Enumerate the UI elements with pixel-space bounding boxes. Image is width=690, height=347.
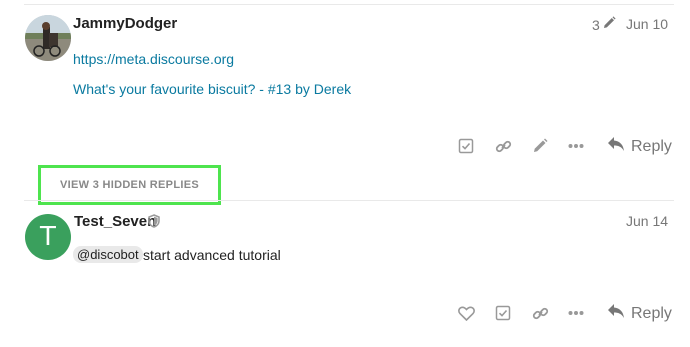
post-body-text: start advanced tutorial (143, 247, 281, 263)
reply-icon (607, 136, 625, 157)
reply-label: Reply (631, 137, 672, 155)
topic-posts: JammyDodger 3 Jun 10 https://meta.discou… (0, 0, 690, 347)
avatar-jammydodger[interactable] (25, 15, 71, 61)
view-hidden-replies-button[interactable]: VIEW 3 HIDDEN REPLIES (38, 165, 221, 205)
avatar-letter: T (40, 222, 56, 252)
edit-history[interactable]: 3 (592, 16, 616, 33)
heart-icon[interactable] (455, 302, 477, 324)
user-mention[interactable]: @discobot (73, 246, 143, 263)
more-options-icon[interactable] (565, 302, 587, 324)
view-hidden-replies-label: VIEW 3 HIDDEN REPLIES (60, 179, 199, 191)
reply-button[interactable]: Reply (607, 303, 672, 324)
edit-count: 3 (592, 16, 600, 33)
solution-checkbox-icon[interactable] (455, 135, 477, 157)
post-date[interactable]: Jun 10 (626, 16, 668, 32)
reply-button[interactable]: Reply (607, 136, 672, 157)
post-username[interactable]: JammyDodger (73, 15, 177, 32)
post-divider (24, 200, 674, 201)
link-icon[interactable] (492, 135, 514, 157)
post-divider (24, 4, 674, 5)
post-date[interactable]: Jun 14 (626, 213, 668, 229)
reply-label: Reply (631, 304, 672, 322)
solution-checkbox-icon[interactable] (492, 302, 514, 324)
avatar-test-seven[interactable]: T (25, 214, 71, 260)
post-link-biscuit[interactable]: What's your favourite biscuit? - #13 by … (73, 81, 351, 97)
post-username[interactable]: Test_Seven (74, 213, 156, 230)
shield-icon (148, 214, 160, 228)
post-link-meta[interactable]: https://meta.discourse.org (73, 51, 234, 67)
reply-icon (607, 303, 625, 324)
pencil-icon (602, 16, 616, 33)
more-options-icon[interactable] (565, 135, 587, 157)
edit-pencil-icon[interactable] (529, 135, 551, 157)
link-icon[interactable] (529, 302, 551, 324)
